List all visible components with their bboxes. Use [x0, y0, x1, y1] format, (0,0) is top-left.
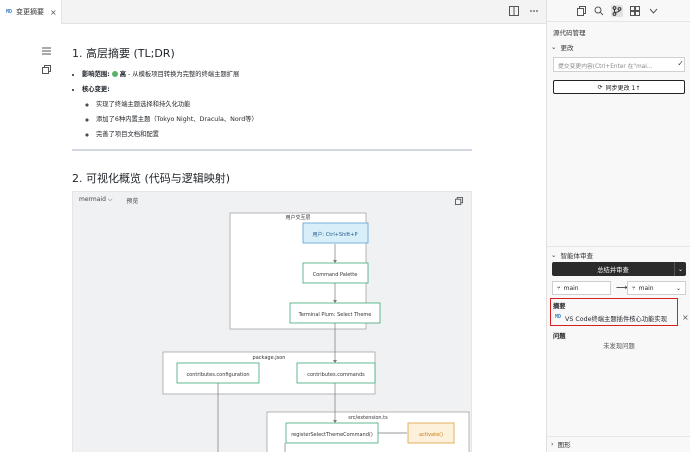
branch-icon: ⑂ [557, 284, 561, 292]
close-icon[interactable]: × [682, 313, 689, 322]
graph-section-header[interactable]: › 图形 [551, 439, 571, 449]
review-section-header[interactable]: ⌄ 智能体审查 [551, 250, 593, 260]
arrow-right-icon: ⟶ [616, 283, 628, 292]
chevron-down-icon: ⌄ [551, 251, 557, 259]
activate-node-label: activate() [419, 432, 443, 438]
tab-title: 变更摘要 [16, 8, 45, 16]
tab-change-summary[interactable]: MD 变更摘要 × [0, 0, 62, 24]
impact-level-icon [111, 71, 118, 77]
sync-changes-button[interactable]: ⟳ 同步更改 1↑ [553, 80, 685, 94]
chevron-down-icon: ⌄ [675, 284, 681, 292]
impact-description: - 从模板项目转换为完整的终端主题扩展 [126, 71, 240, 78]
chevron-down-icon[interactable] [647, 5, 659, 17]
chevron-down-icon: ⌄ [551, 43, 557, 51]
extension-group-label: src/extension.ts [348, 415, 388, 421]
review-dropdown-button[interactable]: ⌄ [674, 262, 686, 276]
commands-node-label: contributes.commands [307, 372, 365, 378]
impact-label: 影响范围: [82, 71, 110, 78]
sync-changes-label: 同步更改 1↑ [605, 84, 641, 92]
package-group-label: package.json [253, 355, 286, 361]
ui-group-label: 用户交互层 [285, 214, 310, 221]
search-icon[interactable] [593, 5, 605, 17]
mermaid-diagram-block: 用户交互层 package.json src/extension.ts 用户: … [72, 191, 472, 452]
markdown-icon: MD [6, 9, 13, 15]
section-heading: 1. 高层摘要 (TL;DR) [72, 47, 175, 60]
core-changes-item: 核心变更: 实现了终端主题选择和持久化功能 添加了6种内置主题（Tokyo Ni… [82, 82, 258, 142]
copy-icon[interactable] [40, 63, 52, 75]
source-branch-select[interactable]: ⑂ main [552, 281, 611, 295]
palette-node-label: Command Palette [313, 272, 358, 278]
changes-section-header[interactable]: ⌄ 更改 [551, 42, 573, 52]
preview-toggle[interactable]: 预览 [126, 196, 138, 205]
branch-icon: ⑂ [632, 284, 636, 292]
no-issues-text: 未发现问题 [603, 343, 635, 350]
more-actions-icon[interactable] [528, 5, 540, 17]
change-item: 完善了项目文档和配置 [96, 127, 258, 142]
check-icon[interactable]: ✓ [677, 59, 684, 68]
editor-tab-bar: MD 变更摘要 × [0, 0, 546, 24]
summarize-review-button[interactable]: 总结并审查 [552, 262, 674, 276]
terminal-node-label: Terminal Plum: Select Theme [298, 312, 372, 318]
files-icon[interactable] [575, 5, 587, 17]
core-changes-label: 核心变更: [82, 86, 110, 93]
change-item: 添加了6种内置主题（Tokyo Night、Dracula、Nord等） [96, 112, 258, 127]
impact-item: 影响范围: 高 - 从模板项目转换为完整的终端主题扩展 [82, 67, 258, 82]
graph-section-label: 图形 [557, 441, 571, 449]
target-branch-select[interactable]: ⑂ main ⌄ [627, 281, 686, 295]
source-control-panel: 源代码管理 ⌄ 更改 提交变更内容(Ctrl+Enter 在"mai... ✓ … [546, 0, 690, 452]
divider [547, 436, 690, 437]
close-icon[interactable]: × [50, 8, 57, 17]
changes-section-label: 更改 [560, 44, 574, 52]
split-editor-icon[interactable] [508, 5, 520, 17]
divider [72, 149, 472, 151]
outline-icon[interactable] [40, 45, 52, 57]
mermaid-diagram: 用户交互层 package.json src/extension.ts 用户: … [162, 212, 470, 452]
commit-message-input[interactable]: 提交变更内容(Ctrl+Enter 在"mai... [553, 57, 685, 72]
issues-label: 问题 [553, 333, 566, 340]
markdown-preview: 1. 高层摘要 (TL;DR) 影响范围: 高 - 从模板项目转换为完整的终端主… [0, 25, 546, 452]
highlight-box [550, 298, 678, 326]
register-node-label: registerSelectThemeCommand() [291, 432, 373, 438]
sync-icon: ⟳ [597, 83, 603, 91]
panel-toolbar [547, 0, 690, 22]
panel-title: 源代码管理 [553, 29, 586, 37]
extensions-icon[interactable] [629, 5, 641, 17]
review-section-label: 智能体审查 [560, 252, 593, 260]
target-branch-label: main [638, 284, 654, 292]
user-node-label: 用户: Ctrl+Shift+P [313, 231, 358, 238]
chevron-right-icon: › [551, 440, 554, 448]
divider [547, 246, 690, 247]
mermaid-lang-select[interactable]: mermaid ⌵ [79, 196, 112, 205]
source-control-icon[interactable] [611, 4, 623, 17]
section-heading: 2. 可视化概览 (代码与逻辑映射) [72, 172, 231, 185]
configuration-node-label: contributes.configuration [186, 372, 249, 378]
change-item: 实现了终端主题选择和持久化功能 [96, 97, 258, 112]
mermaid-lang-label: mermaid [79, 196, 106, 203]
chevron-down-icon: ⌵ [107, 196, 113, 203]
copy-icon[interactable] [453, 195, 465, 207]
summary-list: 影响范围: 高 - 从模板项目转换为完整的终端主题扩展 核心变更: 实现了终端主… [82, 67, 258, 142]
source-branch-label: main [563, 284, 579, 292]
